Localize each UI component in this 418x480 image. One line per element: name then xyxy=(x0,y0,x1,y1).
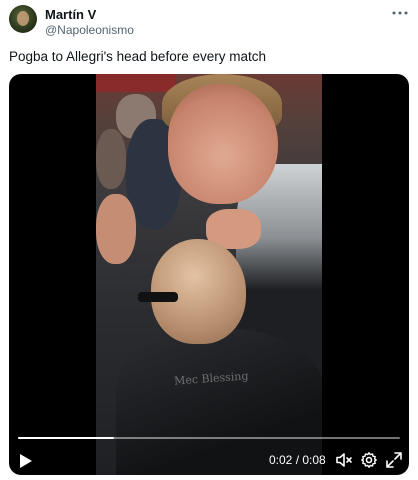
tweet-text: Pogba to Allegri's head before every mat… xyxy=(9,49,266,64)
raised-hand xyxy=(96,194,136,264)
progress-fill xyxy=(18,437,114,439)
sunglasses xyxy=(138,292,178,302)
video-frame[interactable]: Mec Blessing xyxy=(96,74,322,475)
play-icon[interactable] xyxy=(19,453,33,469)
fullscreen-icon[interactable] xyxy=(385,451,403,469)
fan-head xyxy=(168,84,278,204)
avatar-face xyxy=(17,11,29,26)
gear-icon[interactable] xyxy=(360,451,378,469)
time-display: 0:02 / 0:08 xyxy=(269,453,326,467)
avatar[interactable] xyxy=(9,5,37,33)
user-handle[interactable]: @Napoleonismo xyxy=(45,23,134,37)
more-options-icon[interactable] xyxy=(391,4,409,26)
video-player[interactable]: Mec Blessing 0:02 / 0:08 xyxy=(9,74,409,475)
display-name[interactable]: Martín V xyxy=(45,7,96,22)
volume-muted-icon[interactable] xyxy=(335,451,353,469)
progress-bar[interactable] xyxy=(18,437,400,439)
stadium-banner xyxy=(96,74,176,92)
crowd-person xyxy=(96,129,126,189)
